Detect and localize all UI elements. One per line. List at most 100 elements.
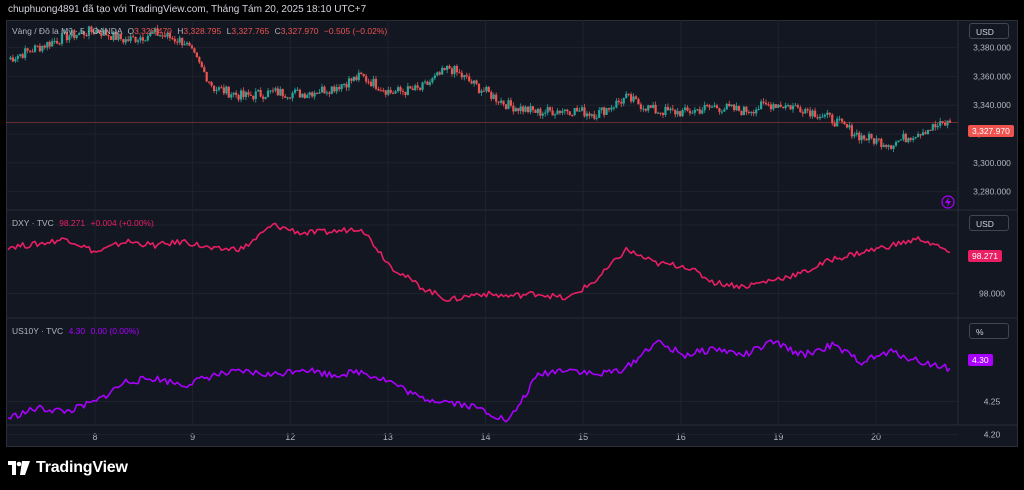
candle-body (482, 90, 486, 92)
candle-body (728, 103, 731, 107)
candle-body (566, 109, 569, 112)
candle-body (198, 57, 201, 63)
candle-body (831, 114, 834, 124)
candle-body (323, 86, 326, 94)
candle-body (320, 86, 324, 93)
tradingview-logo[interactable]: TradingView (8, 459, 128, 477)
x-tick-label: 19 (773, 432, 783, 442)
candle-body (426, 81, 429, 85)
x-tick-label: 15 (578, 432, 588, 442)
candle-body (450, 68, 454, 75)
candle-body (463, 75, 466, 78)
candle-body (438, 72, 441, 75)
candle-body (266, 90, 270, 98)
candle-body (921, 132, 925, 136)
candle-body (387, 89, 390, 95)
candle-body (21, 54, 24, 58)
candle-body (710, 106, 714, 108)
candle-body (534, 110, 537, 113)
candle-body (490, 91, 493, 99)
candle-body (360, 72, 363, 75)
candle-body (315, 92, 319, 94)
candle-body (674, 109, 677, 115)
candle-body (362, 74, 365, 77)
candle-body (308, 92, 311, 96)
candle-body (637, 99, 640, 105)
candle-body (593, 114, 596, 119)
candle-body (514, 108, 517, 112)
candle-body (377, 88, 380, 91)
candle-body (870, 133, 873, 139)
candle-body (394, 91, 397, 94)
candle-body (686, 107, 689, 111)
candle-body (392, 92, 395, 94)
candle-body (909, 138, 912, 140)
candle-body (345, 84, 348, 88)
candle-body (931, 124, 934, 131)
candle-body (948, 120, 952, 123)
candle-body (239, 90, 243, 100)
candle-body (583, 107, 586, 117)
candle-body (845, 124, 849, 128)
candle-body (279, 89, 282, 96)
candle-body (26, 48, 29, 51)
candle-body (696, 109, 699, 111)
candle-body (406, 86, 409, 95)
candle-body (725, 103, 728, 110)
candle-body (693, 109, 696, 113)
candle-body (943, 122, 947, 126)
candle-body (441, 67, 444, 75)
candle-body (747, 112, 750, 114)
candle-body (872, 138, 876, 144)
candle-body (311, 92, 314, 97)
candle-body (544, 112, 547, 114)
dxy-series-line (7, 222, 951, 302)
candle-body (252, 95, 255, 100)
candle-body (676, 111, 679, 115)
candle-body (939, 121, 942, 126)
candle-body (603, 107, 606, 115)
candle-body (801, 112, 804, 114)
candle-body (225, 86, 228, 94)
candle-body (369, 81, 373, 87)
candle-body (784, 105, 787, 108)
candle-body (507, 100, 510, 109)
candle-body (880, 138, 883, 147)
candle-body (367, 81, 370, 83)
candle-body (654, 104, 657, 114)
candle-body (296, 89, 299, 91)
candle-body (760, 101, 763, 110)
dxy-currency-button[interactable]: USD (969, 215, 1009, 231)
candle-body (455, 66, 459, 73)
candle-body (286, 97, 289, 99)
candle-body (919, 134, 922, 136)
candle-body (352, 76, 355, 81)
gold-currency-button[interactable]: USD (969, 23, 1009, 39)
candle-body (946, 120, 949, 126)
candle-body (524, 106, 527, 112)
candle-body (936, 125, 939, 128)
candle-body (477, 83, 481, 93)
candle-body (291, 92, 294, 99)
candle-body (897, 140, 900, 142)
y-tick-label: 3,300.000 (973, 158, 1011, 168)
candle-body (495, 94, 498, 102)
candle-body (129, 36, 132, 41)
candle-body (208, 81, 211, 83)
candle-body (227, 86, 230, 98)
candle-body (176, 41, 179, 43)
candle-body (313, 92, 316, 97)
candle-body (809, 110, 812, 117)
candle-body (433, 75, 436, 79)
candle-body (671, 108, 674, 110)
candle-body (318, 92, 321, 94)
candle-body (723, 109, 726, 112)
chart-canvas[interactable]: 8 9 12 13 14 15 16 19 20 3,380.000 3,360.000 3,340.… (6, 20, 1018, 447)
x-tick-label: 16 (676, 432, 686, 442)
candle-body (36, 45, 39, 47)
candle-body (860, 135, 863, 141)
attribution-bar: chuphuong4891 đã tạo với TradingView.com… (0, 0, 1024, 20)
candle-body (254, 91, 257, 100)
candle-body (850, 125, 853, 137)
us10y-unit-button[interactable]: % (969, 323, 1009, 339)
